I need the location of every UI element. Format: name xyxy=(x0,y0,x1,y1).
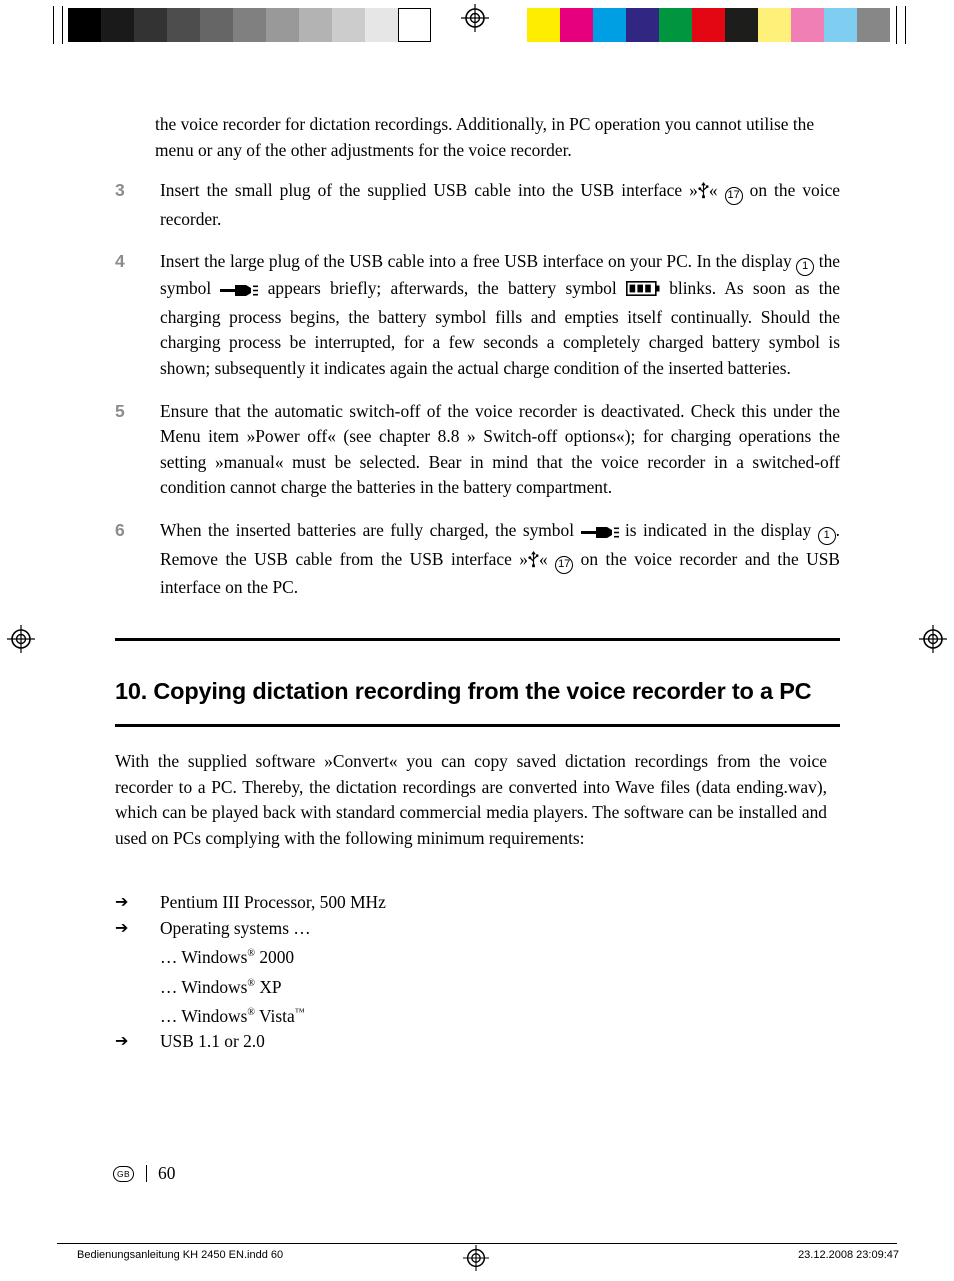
list-item-label: Pentium III Processor, 500 MHz xyxy=(160,892,386,912)
step6-text-1: When the inserted batteries are fully ch… xyxy=(160,519,581,540)
sub-item-prefix: … Windows xyxy=(160,976,248,997)
sub-list-item-winxp: … Windows® XP xyxy=(160,971,815,1000)
step-number: 6 xyxy=(115,519,125,540)
locale-badge: GB xyxy=(113,1165,134,1182)
folio-divider xyxy=(146,1165,147,1182)
list-item-label: USB 1.1 or 2.0 xyxy=(160,1031,265,1052)
step-item-3: 3 Insert the small plug of the supplied … xyxy=(115,178,840,232)
plug-charging-icon xyxy=(580,521,619,547)
step-item-5: 5 Ensure that the automatic switch-off o… xyxy=(115,399,840,501)
heading-rule-top xyxy=(115,638,840,641)
arrow-right-icon: ➔ xyxy=(115,1033,129,1051)
page-content: the voice recorder for dictation recordi… xyxy=(0,0,954,1281)
step4-text-1: Insert the large plug of the USB cable i… xyxy=(160,251,797,272)
intro-paragraph: the voice recorder for dictation recordi… xyxy=(155,114,815,160)
registered-mark: ® xyxy=(247,948,255,960)
page-folio: GB 60 xyxy=(113,1163,175,1184)
step-number: 4 xyxy=(115,251,125,272)
list-item: ➔ Operating systems … xyxy=(115,916,815,942)
arrow-right-icon: ➔ xyxy=(115,894,129,911)
list-item: ➔ USB 1.1 or 2.0 xyxy=(115,1029,815,1055)
step-number: 5 xyxy=(115,400,125,421)
usb-icon xyxy=(698,181,709,207)
page-title: 10. Copying dictation recording from the… xyxy=(115,677,812,704)
step-text: Insert the small plug of the supplied US… xyxy=(160,178,840,232)
step-item-4: 4 Insert the large plug of the USB cable… xyxy=(115,249,840,381)
battery-icon xyxy=(625,278,660,304)
requirements-list: ➔ Pentium III Processor, 500 MHz ➔ Opera… xyxy=(115,890,815,1055)
sub-item-prefix: … Windows xyxy=(160,946,248,967)
section-body-paragraph: With the supplied software »Convert« you… xyxy=(115,751,827,848)
sub-list-item-winvista: … Windows® Vista™ xyxy=(160,1000,815,1029)
callout-17: 17 xyxy=(724,187,743,205)
footer-timestamp: 23.12.2008 23:09:47 xyxy=(798,1249,899,1261)
usb-icon xyxy=(528,550,539,576)
list-item-label: Operating systems … xyxy=(160,917,311,938)
trademark-mark: ™ xyxy=(294,1006,305,1018)
step-text: When the inserted batteries are fully ch… xyxy=(160,518,840,601)
step-text: Insert the large plug of the USB cable i… xyxy=(160,249,840,381)
sub-item-suffix: XP xyxy=(255,976,282,997)
step3-text-mid: « xyxy=(708,180,725,200)
step-text: Ensure that the automatic switch-off of … xyxy=(160,400,840,498)
step-number: 3 xyxy=(115,180,125,200)
step4-text-3: appears briefly; afterwards, the battery… xyxy=(258,278,626,299)
step6-text-2: is indicated in the display xyxy=(618,519,818,540)
footer-divider xyxy=(57,1243,897,1244)
list-item: ➔ Pentium III Processor, 500 MHz xyxy=(115,890,815,916)
step3-text-before: Insert the small plug of the supplied US… xyxy=(160,180,698,200)
sub-item-prefix: … Windows xyxy=(160,1005,248,1026)
step-item-6: 6 When the inserted batteries are fully … xyxy=(115,518,840,601)
sub-list-item-win2000: … Windows® 2000 xyxy=(160,941,815,970)
numbered-steps-list: 3 Insert the small plug of the supplied … xyxy=(115,178,840,618)
sub-item-suffix: Vista xyxy=(255,1005,295,1026)
callout-1: 1 xyxy=(796,258,815,277)
arrow-right-icon: ➔ xyxy=(115,919,129,937)
registered-mark: ® xyxy=(247,1006,255,1018)
registered-mark: ® xyxy=(247,977,255,989)
callout-17: 17 xyxy=(555,555,574,574)
plug-charging-icon xyxy=(220,279,259,305)
heading-rule-bottom xyxy=(115,724,840,727)
page-number: 60 xyxy=(158,1163,176,1183)
sub-item-suffix: 2000 xyxy=(255,946,295,967)
step6-text-4: « xyxy=(539,548,556,569)
callout-1: 1 xyxy=(817,526,836,545)
footer-filename: Bedienungsanleitung KH 2450 EN.indd 60 xyxy=(77,1249,284,1261)
